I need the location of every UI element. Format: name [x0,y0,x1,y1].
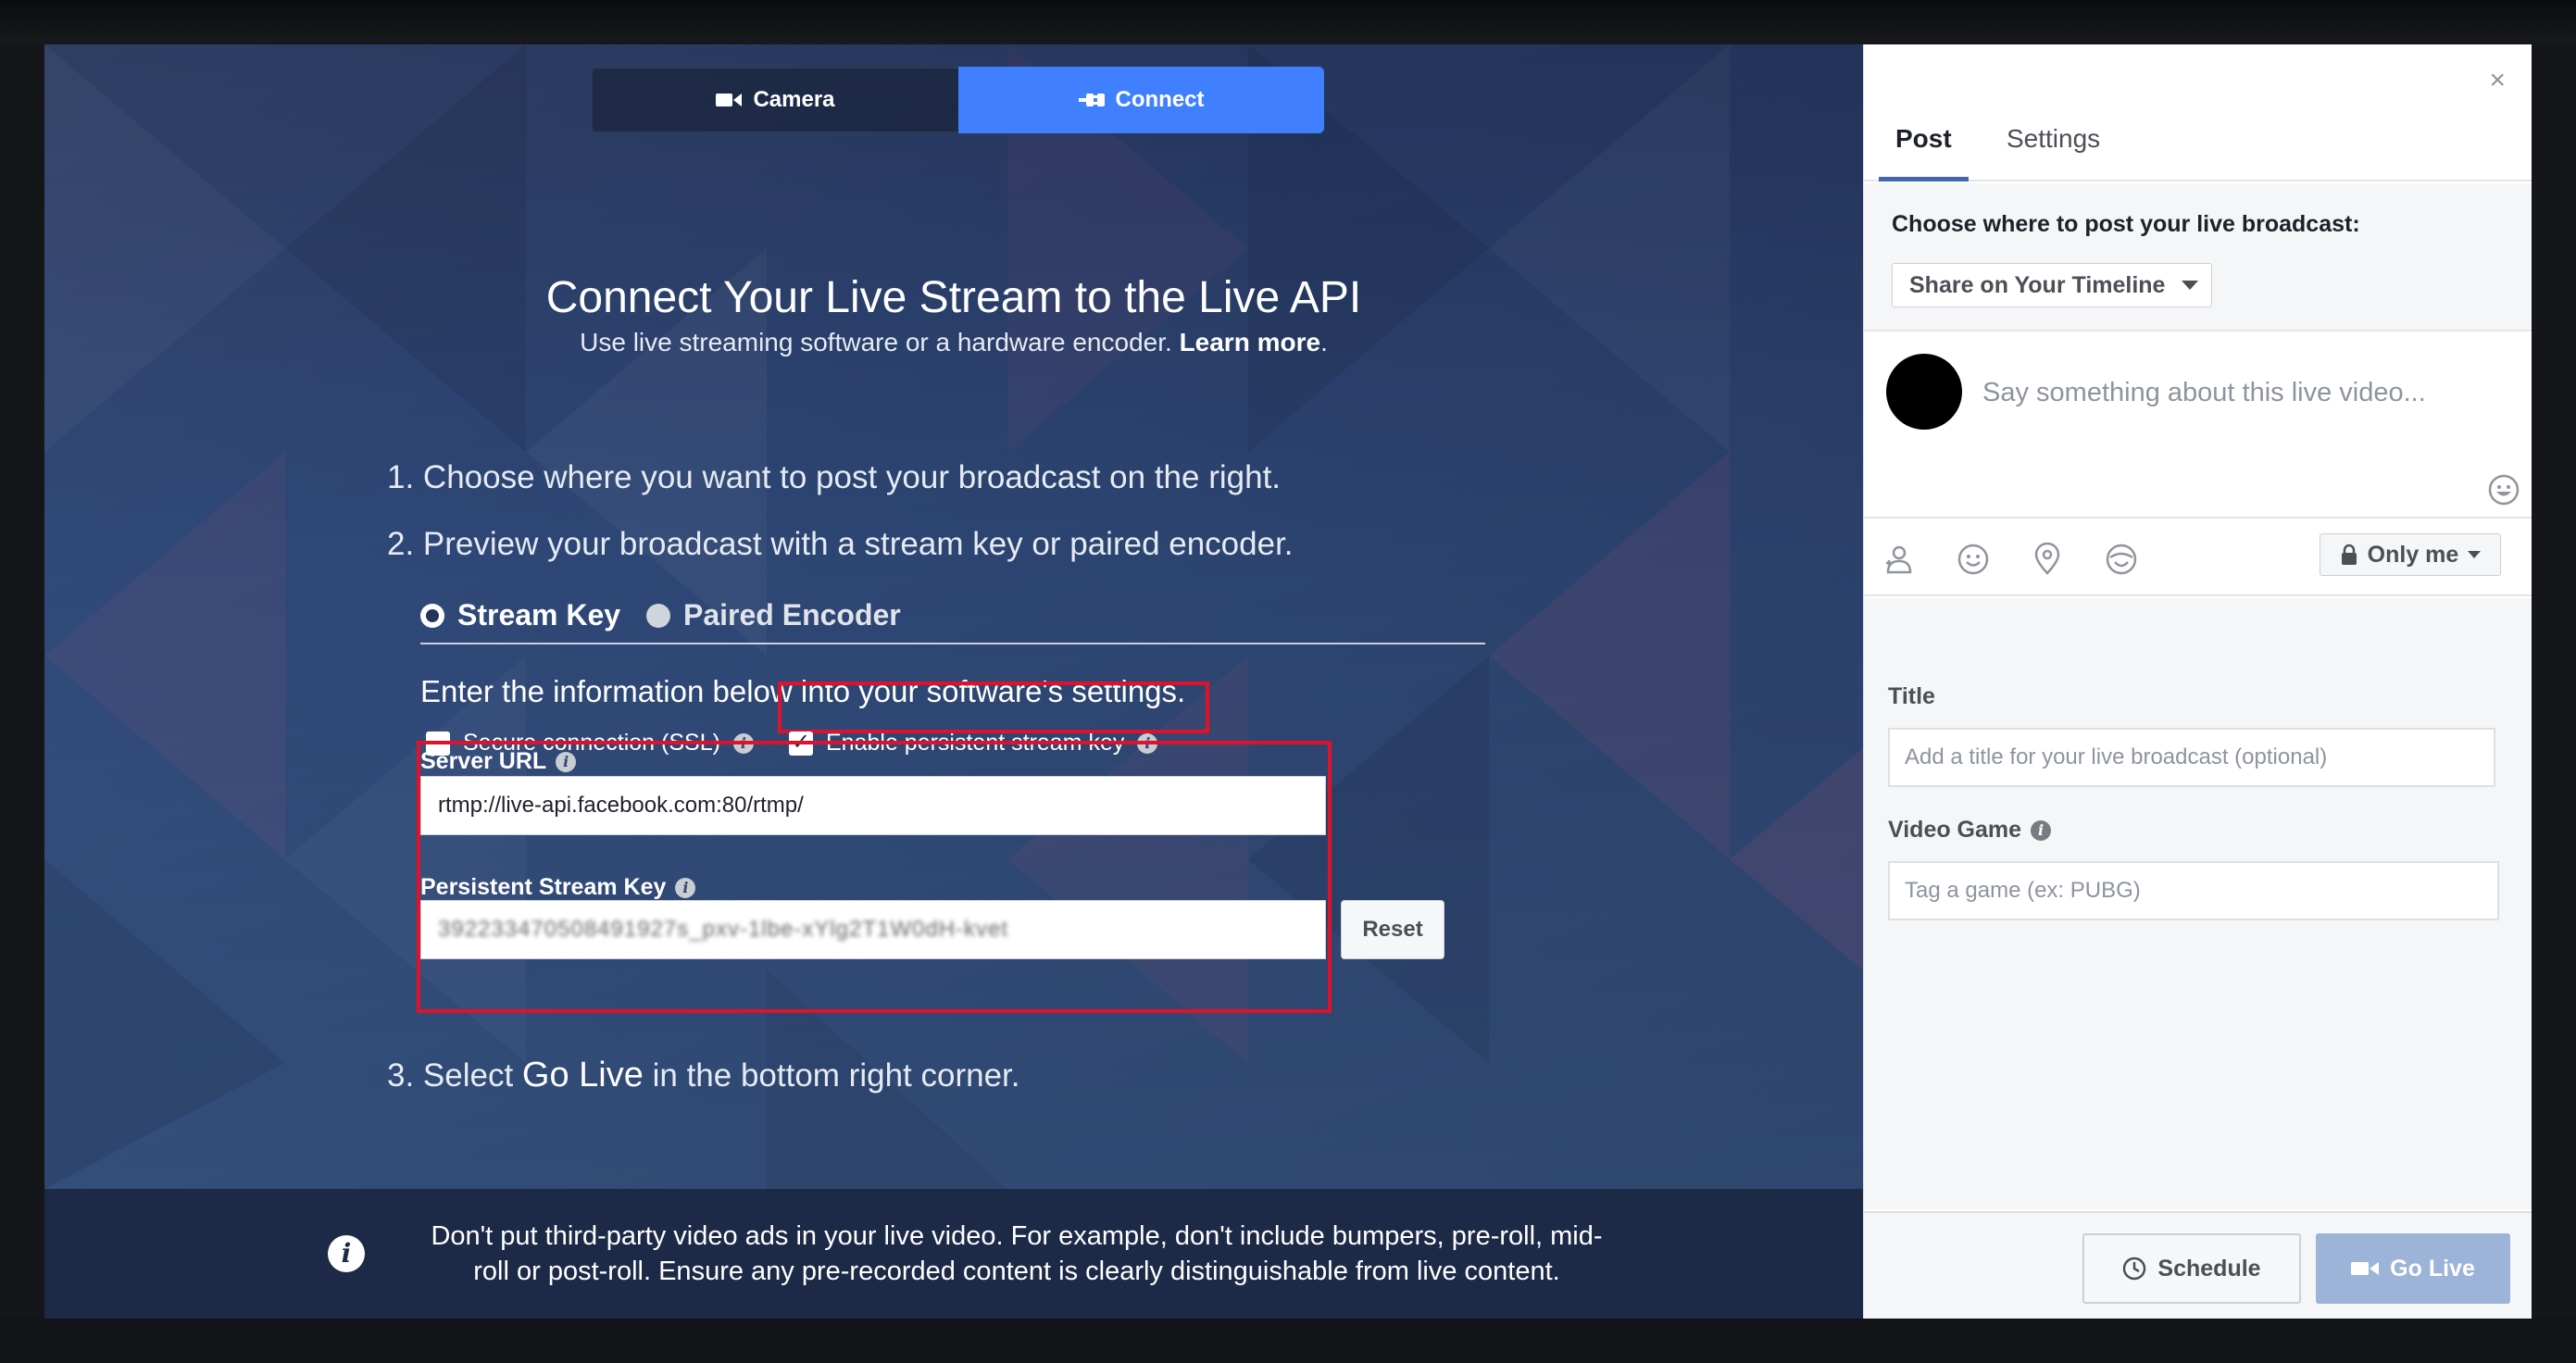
camera-tab-label: Camera [753,87,835,112]
stream-key-value: 392233470508491927s_pxv-1lbe-xYlg2T1W0dH… [438,917,1009,942]
compose-toolbar: Only me [1864,520,2532,596]
subtitle-end: . [1320,328,1328,356]
schedule-button[interactable]: Schedule [2082,1233,2301,1304]
destination-label: Choose where to post your live broadcast… [1892,211,2360,237]
schedule-label: Schedule [2157,1255,2261,1282]
close-icon[interactable]: × [2489,65,2506,96]
compose-placeholder[interactable]: Say something about this live video... [1982,378,2426,408]
step-1: 1. Choose where you want to post your br… [387,459,1282,495]
go-live-button[interactable]: Go Live [2316,1233,2510,1304]
details-form: Title Add a title for your live broadcas… [1864,598,2532,1209]
radio-selected-icon [420,603,444,628]
avatar [1886,354,1962,430]
lock-icon [2341,544,2357,565]
video-game-label-text: Video Game [1888,817,2022,843]
page-title: Connect Your Live Stream to the Live API [545,273,1362,322]
radio-paired-encoder-label: Paired Encoder [683,598,901,631]
tab-settings[interactable]: Settings [2007,119,2100,181]
subtitle-text: Use live streaming software or a hardwar… [580,328,1172,356]
compose-area[interactable]: Say something about this live video... [1864,333,2532,519]
go-live-label: Go Live [2390,1255,2475,1282]
title-input[interactable]: Add a title for your live broadcast (opt… [1888,728,2495,787]
page-subtitle: Use live streaming software or a hardwar… [44,328,1863,357]
tag-people-icon[interactable] [1882,543,1916,576]
chevron-down-icon [2468,551,2482,558]
notice-text: Don't put third-party video ads in your … [396,1219,1637,1289]
go-live-dialog: Camera Connect Connect Your Live Stream … [44,44,2532,1319]
ads-notice: i Don't put third-party video ads in you… [44,1189,1863,1319]
destination-dropdown[interactable]: Share on Your Timeline [1892,263,2212,307]
sticker-icon[interactable] [2105,543,2138,576]
connect-tab-label: Connect [1115,87,1205,112]
step-3-prefix: 3. Select [387,1057,522,1094]
video-game-label: Video Game i [1888,817,2052,844]
server-url-label: Server URL i [420,748,577,775]
tab-post[interactable]: Post [1879,119,1969,181]
source-toggle: Camera Connect [591,67,1324,133]
learn-more-link[interactable]: Learn more [1180,328,1321,356]
stream-key-field[interactable]: 392233470508491927s_pxv-1lbe-xYlg2T1W0dH… [420,900,1326,959]
info-icon[interactable]: i [675,877,696,898]
title-label: Title [1888,683,1935,709]
notice-line-2: roll or post-roll. Ensure any pre-record… [473,1257,1560,1286]
feeling-icon[interactable] [1957,543,1990,576]
step-3: 3. Select Go Live in the bottom right co… [387,1056,1020,1095]
connect-tab[interactable]: Connect [958,67,1324,133]
backdrop [0,0,2576,44]
radio-paired-encoder[interactable]: Paired Encoder [646,598,901,632]
step-3-emphasis: Go Live [521,1056,644,1094]
server-url-field[interactable]: rtmp://live-api.facebook.com:80/rtmp/ [420,776,1326,835]
privacy-value: Only me [2367,541,2459,568]
info-icon[interactable]: i [2031,819,2052,841]
destination-value: Share on Your Timeline [1909,271,2166,298]
plug-icon [1078,94,1105,106]
radio-stream-key[interactable]: Stream Key [420,598,620,632]
step-3-suffix: in the bottom right corner. [643,1057,1020,1094]
backdrop-bottom [0,1319,2576,1363]
radio-stream-key-label: Stream Key [457,598,621,631]
location-icon[interactable] [2031,543,2064,576]
dialog-footer: Schedule Go Live [1864,1211,2532,1319]
privacy-selector[interactable]: Only me [2320,533,2501,576]
info-icon: i [328,1235,365,1272]
post-sidebar: × Post Settings Choose where to post you… [1863,44,2532,1319]
reset-button[interactable]: Reset [1341,900,1444,959]
highlight-box-persistent [778,682,1209,733]
camera-tab[interactable]: Camera [591,67,958,133]
server-url-label-text: Server URL [420,748,547,774]
camera-icon [716,94,743,106]
chevron-down-icon [2182,281,2199,290]
stream-setup-panel: Camera Connect Connect Your Live Stream … [44,44,1863,1319]
info-icon[interactable]: i [556,751,577,772]
key-type-selector: Stream Key Paired Encoder [420,552,1485,644]
emoji-icon[interactable] [2488,474,2520,506]
stream-key-label-text: Persistent Stream Key [420,874,667,900]
video-camera-icon [2351,1262,2380,1275]
radio-unselected-icon [646,603,670,628]
sidebar-tabs: Post Settings [1864,119,2532,181]
stream-key-label: Persistent Stream Key i [420,874,696,901]
video-game-input[interactable]: Tag a game (ex: PUBG) [1888,861,2499,920]
notice-line-1: Don't put third-party video ads in your … [431,1221,1603,1251]
clock-icon [2123,1257,2146,1281]
destination-section: Choose where to post your live broadcast… [1864,183,2532,331]
